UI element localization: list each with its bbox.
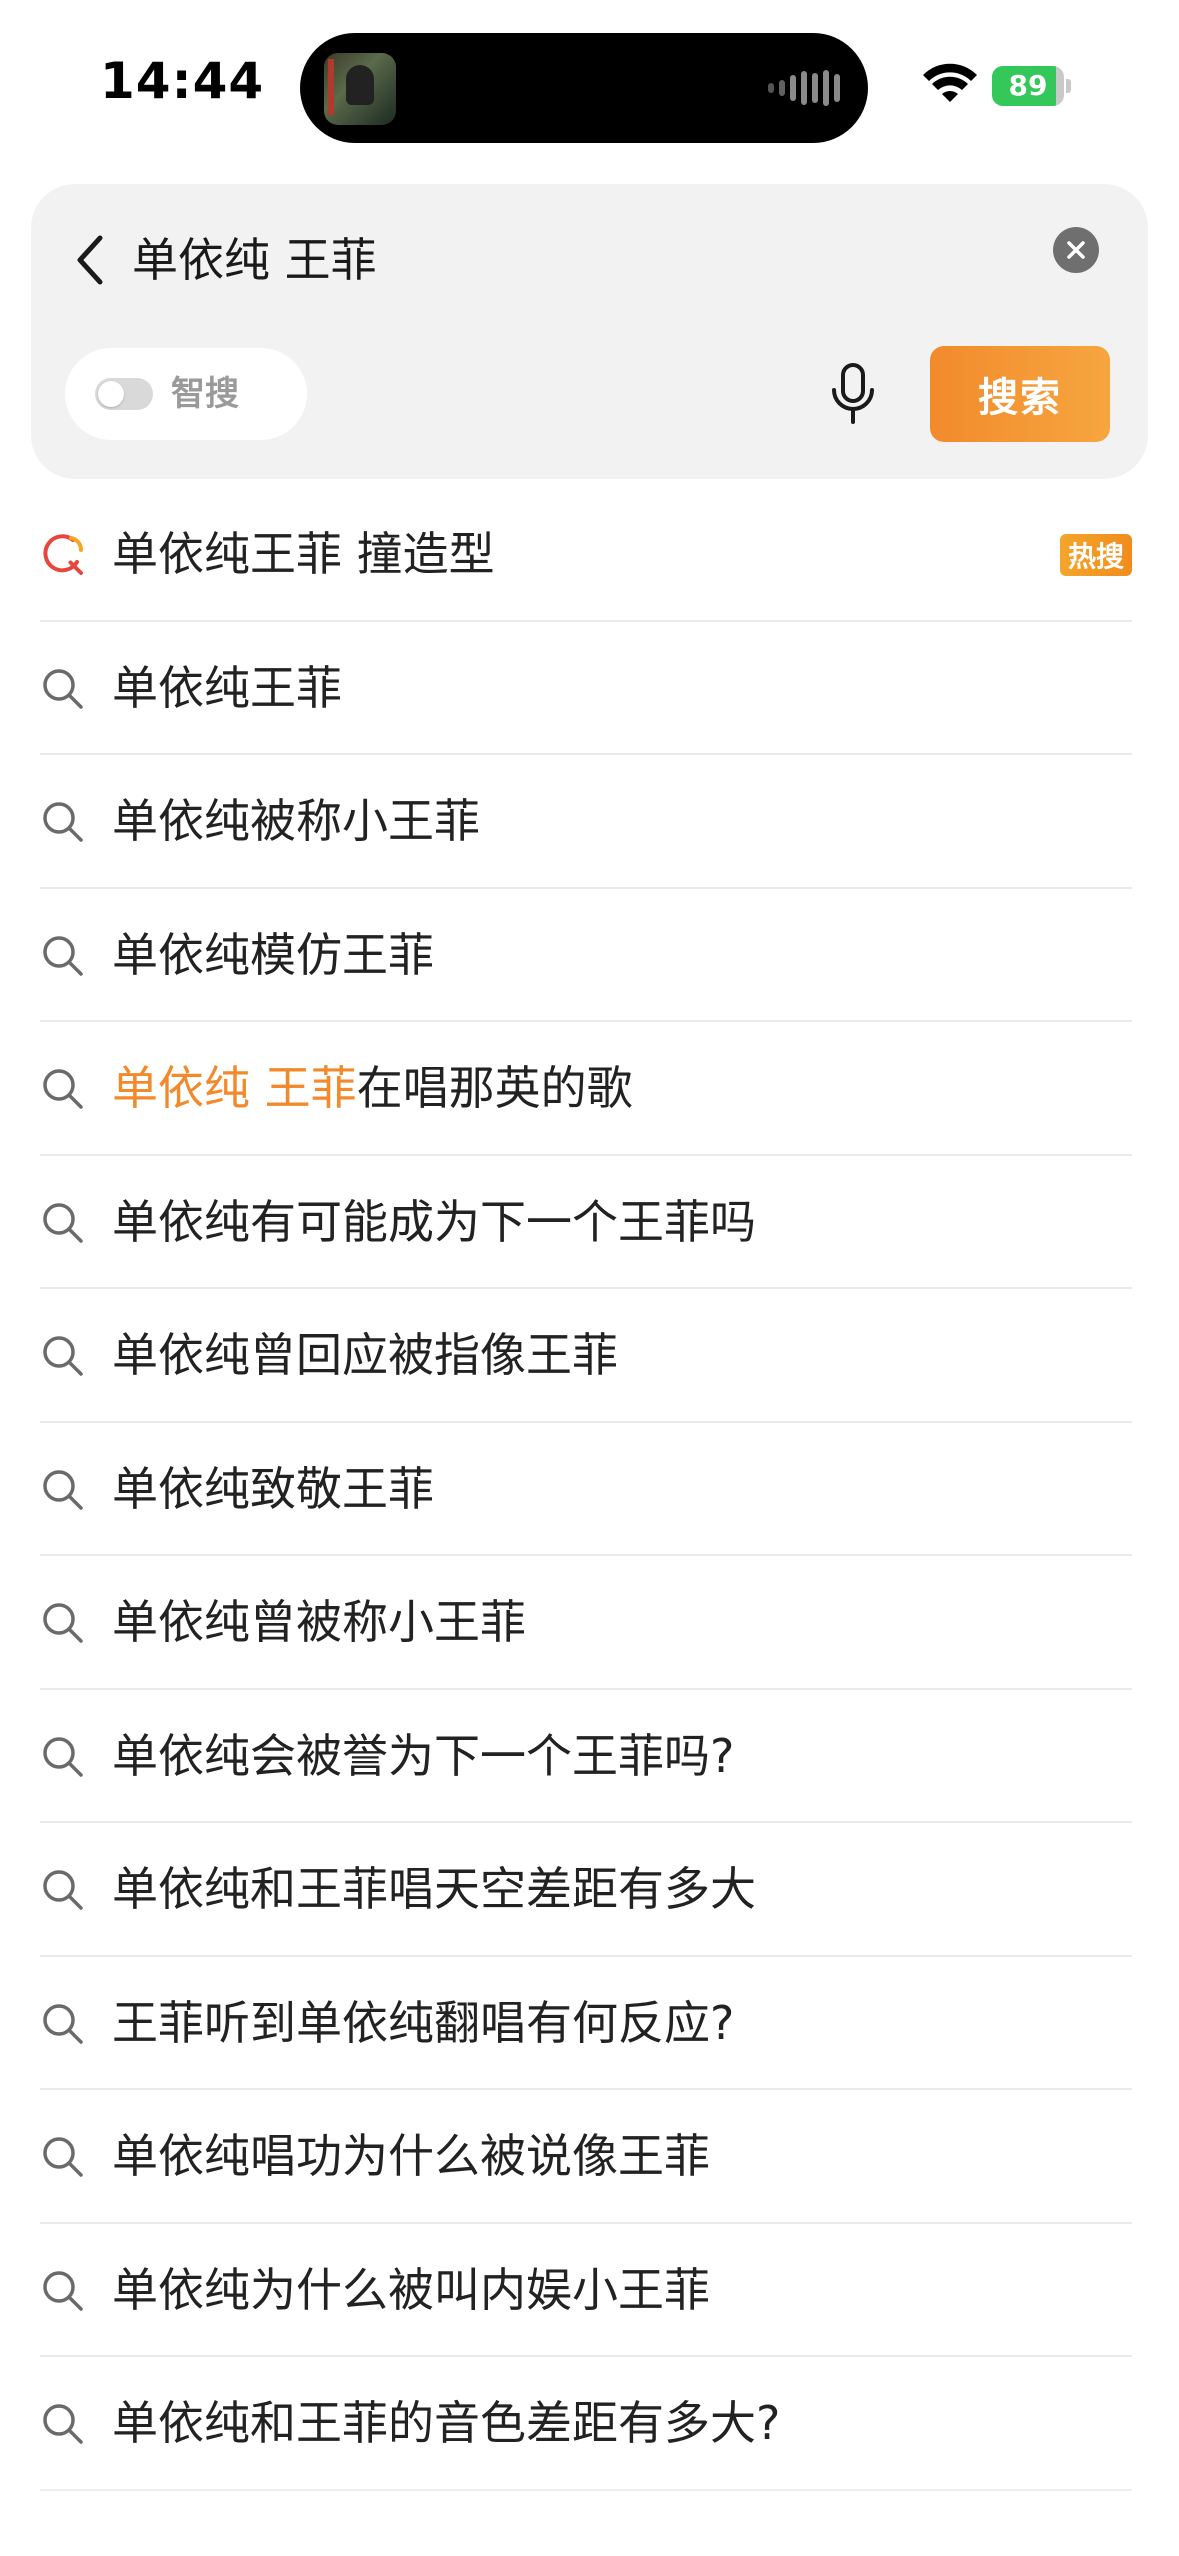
suggestion-item[interactable]: 单依纯致敬王菲: [40, 1423, 1132, 1556]
suggestion-text: 单依纯曾被称小王菲: [112, 1556, 526, 1689]
suggestion-text: 单依纯 王菲在唱那英的歌: [112, 1022, 633, 1155]
suggestion-item[interactable]: 王菲听到单依纯翻唱有何反应?: [40, 1957, 1132, 2090]
hot-search-icon: [43, 534, 84, 575]
suggestion-list: 单依纯王菲 撞造型 热搜 单依纯王菲 单依纯被称小王菲 单依纯模仿王菲 单依纯 王菲在唱那…: [40, 488, 1132, 2491]
wifi-icon: [923, 63, 977, 102]
suggestion-text-part: 单依纯和王菲的音色差距有多大?: [112, 2396, 781, 2450]
suggestion-text-part: 单依纯曾被称小王菲: [112, 1595, 526, 1649]
suggestion-text-part: 单依纯唱功为什么被说像王菲: [112, 2129, 710, 2183]
search-icon: [43, 668, 83, 709]
search-icon: [43, 2270, 83, 2311]
search-panel: 单依纯 王菲 智搜 搜索: [31, 184, 1148, 479]
highlighted-query-text: 单依纯 王菲: [112, 1061, 357, 1115]
suggestion-text-part: 单依纯致敬王菲: [112, 1461, 434, 1516]
chevron-left-icon: [77, 235, 103, 285]
search-button[interactable]: 搜索: [930, 346, 1110, 442]
suggestion-text: 单依纯为什么被叫内娱小王菲: [112, 2224, 710, 2357]
suggestion-text-part: 单依纯和王菲唱天空差距有多大: [112, 1862, 756, 1916]
search-icon: [43, 802, 83, 842]
suggestion-text-part: 单依纯王菲 撞造型: [112, 527, 495, 581]
smart-search-toggle[interactable]: 智搜: [65, 348, 307, 440]
suggestion-text-part: 在唱那英的歌: [356, 1061, 633, 1115]
status-time: 14:44: [100, 52, 265, 110]
hot-suggestion-item[interactable]: 单依纯王菲 撞造型 热搜: [40, 488, 1132, 622]
suggestion-text: 单依纯王菲: [112, 622, 342, 755]
suggestion-text-part: 单依纯曾回应被指像王菲: [112, 1328, 618, 1382]
clear-search-button[interactable]: [1053, 227, 1099, 273]
status-bar: 14:44 89: [0, 0, 1179, 160]
back-button[interactable]: [59, 220, 119, 300]
search-icon: [43, 1336, 83, 1376]
suggestion-text-part: 王菲听到单依纯翻唱有何反应?: [112, 1995, 735, 2050]
suggestion-item[interactable]: 单依纯曾回应被指像王菲: [40, 1289, 1132, 1423]
search-icon: [43, 2404, 83, 2444]
search-icon: [43, 2003, 83, 2044]
suggestion-text: 单依纯致敬王菲: [112, 1423, 434, 1556]
screen: 14:44 89 单依纯 王菲 智搜 搜索 单依纯王菲 撞造型 热搜 单依纯王菲…: [0, 0, 1179, 2556]
search-icon: [43, 1736, 83, 1777]
search-icon: [43, 1469, 83, 1510]
now-playing-artwork: [324, 53, 396, 125]
close-icon: [1067, 241, 1085, 259]
suggestion-item[interactable]: 单依纯唱功为什么被说像王菲: [40, 2090, 1132, 2224]
suggestion-text: 单依纯模仿王菲: [112, 889, 434, 1022]
suggestion-item[interactable]: 单依纯会被誉为下一个王菲吗?: [40, 1690, 1132, 1823]
search-input[interactable]: 单依纯 王菲: [132, 228, 377, 292]
search-icon: [43, 1870, 83, 1910]
suggestion-item[interactable]: 单依纯王菲: [40, 622, 1132, 755]
search-icon: [43, 1603, 83, 1643]
suggestion-item[interactable]: 单依纯曾被称小王菲: [40, 1556, 1132, 1690]
suggestion-text: 单依纯和王菲唱天空差距有多大: [112, 1823, 756, 1956]
suggestion-text-part: 单依纯会被誉为下一个王菲吗?: [112, 1728, 735, 1783]
suggestion-text: 单依纯有可能成为下一个王菲吗: [112, 1156, 756, 1289]
suggestion-item[interactable]: 单依纯 王菲在唱那英的歌: [40, 1022, 1132, 1156]
search-icon: [43, 935, 83, 976]
suggestion-item[interactable]: 单依纯和王菲唱天空差距有多大: [40, 1823, 1132, 1957]
battery-level-text: 89: [1008, 69, 1048, 102]
suggestion-item[interactable]: 单依纯为什么被叫内娱小王菲: [40, 2224, 1132, 2357]
suggestion-text: 单依纯会被誉为下一个王菲吗?: [112, 1690, 734, 1823]
suggestion-text: 单依纯王菲 撞造型: [112, 488, 495, 621]
search-icon: [43, 2137, 83, 2177]
suggestion-text: 王菲听到单依纯翻唱有何反应?: [112, 1957, 734, 2090]
suggestion-text: 单依纯和王菲的音色差距有多大?: [112, 2357, 780, 2490]
smart-search-label: 智搜: [171, 374, 239, 414]
suggestion-text-part: 单依纯模仿王菲: [112, 927, 434, 982]
suggestion-text-part: 单依纯被称小王菲: [112, 794, 480, 848]
audio-waveform-icon: [768, 67, 840, 109]
voice-search-button[interactable]: [818, 354, 888, 434]
suggestion-text: 单依纯曾回应被指像王菲: [112, 1289, 618, 1422]
suggestion-item[interactable]: 单依纯被称小王菲: [40, 755, 1132, 889]
suggestion-text: 单依纯唱功为什么被说像王菲: [112, 2090, 710, 2223]
suggestion-item[interactable]: 单依纯和王菲的音色差距有多大?: [40, 2357, 1132, 2491]
suggestion-text: 单依纯被称小王菲: [112, 755, 480, 888]
hot-badge: 热搜: [1060, 534, 1132, 576]
battery-indicator: 89: [992, 66, 1072, 106]
suggestion-item[interactable]: 单依纯有可能成为下一个王菲吗: [40, 1156, 1132, 1289]
search-icon: [43, 1202, 83, 1243]
suggestion-text-part: 单依纯王菲: [112, 660, 342, 715]
bottom-fade: [0, 2480, 1179, 2556]
search-icon: [43, 1069, 83, 1109]
microphone-icon: [832, 363, 874, 424]
suggestion-text-part: 单依纯有可能成为下一个王菲吗: [112, 1194, 756, 1249]
dynamic-island[interactable]: [300, 33, 868, 143]
suggestion-text-part: 单依纯为什么被叫内娱小王菲: [112, 2262, 710, 2317]
toggle-switch[interactable]: [95, 378, 153, 410]
suggestion-item[interactable]: 单依纯模仿王菲: [40, 889, 1132, 1022]
